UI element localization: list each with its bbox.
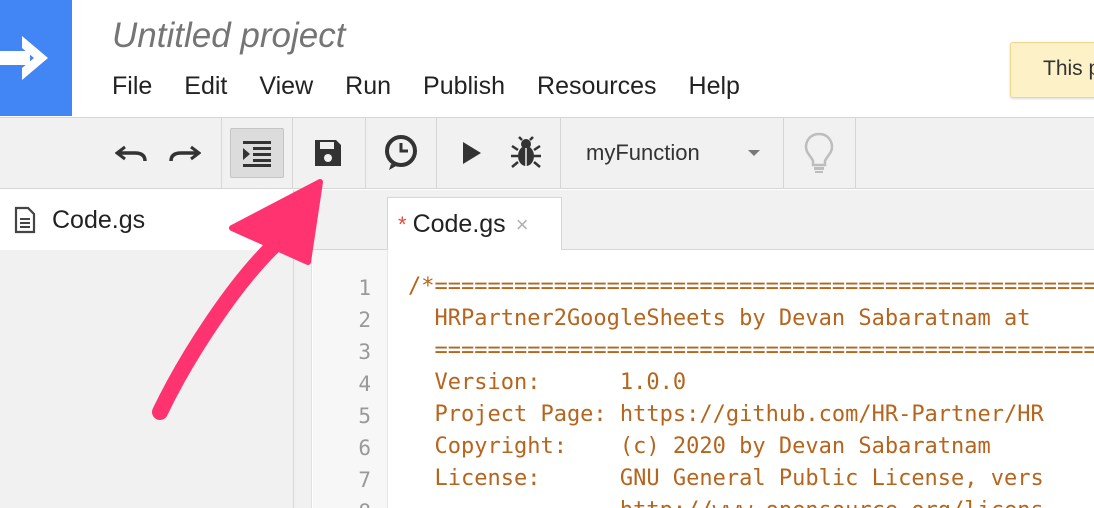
file-item-label: Code.gs [52, 205, 146, 234]
line-number: 6 [358, 436, 371, 460]
code-line: ========================================… [434, 338, 1094, 363]
file-panel: Code.gs [0, 190, 294, 508]
menu-run[interactable]: Run [345, 70, 391, 102]
notice-banner: This p [1010, 42, 1094, 98]
code-line: http://www.opensource.org/licens [408, 498, 1044, 508]
redo-button[interactable] [164, 132, 204, 174]
menu-edit[interactable]: Edit [184, 70, 227, 102]
run-button[interactable] [452, 132, 492, 174]
triggers-button[interactable] [374, 130, 428, 176]
close-icon[interactable]: × [516, 212, 529, 238]
code-line: License: GNU General Public License, ver… [408, 466, 1044, 491]
document-icon [14, 206, 36, 234]
save-button[interactable] [302, 130, 354, 176]
arrow-right-icon [0, 36, 48, 80]
redo-icon [169, 145, 201, 162]
lightbulb-icon [804, 132, 834, 173]
code-line: /*======================================… [408, 274, 1094, 299]
hint-button[interactable] [796, 128, 842, 178]
menu-publish[interactable]: Publish [423, 70, 505, 102]
file-item[interactable]: Code.gs [0, 190, 293, 250]
menu-resources[interactable]: Resources [537, 70, 657, 102]
function-select[interactable]: myFunction [572, 130, 772, 176]
line-number: 3 [358, 340, 371, 364]
apps-script-logo[interactable] [0, 0, 72, 116]
tab-code-gs[interactable]: * Code.gs × [387, 197, 562, 251]
menu-help[interactable]: Help [689, 70, 740, 102]
code-line: HRPartner2GoogleSheets by Devan Sabaratn… [408, 306, 1031, 331]
modified-indicator: * [398, 211, 407, 237]
bug-icon [511, 136, 541, 168]
line-number-gutter: 1 2 3 4 5 6 7 8 [313, 250, 388, 508]
code-line: Version: 1.0.0 [408, 370, 687, 395]
undo-icon [115, 145, 147, 162]
function-select-value: myFunction [586, 140, 700, 165]
play-icon [463, 142, 481, 164]
indent-button[interactable] [230, 128, 284, 178]
line-number: 5 [358, 404, 371, 428]
chevron-down-icon [748, 150, 760, 156]
menu-view[interactable]: View [259, 70, 313, 102]
save-icon [315, 140, 341, 166]
line-number: 8 [358, 500, 371, 508]
toolbar: myFunction [0, 117, 1094, 189]
line-number: 7 [358, 468, 371, 492]
indent-icon [243, 141, 271, 167]
line-number: 2 [358, 308, 371, 332]
code-editor[interactable]: /*======================================… [388, 250, 1094, 508]
tab-label: Code.gs [412, 210, 506, 238]
code-line: Copyright: (c) 2020 by Devan Sabaratnam [408, 434, 991, 459]
code-line: Project Page: https://github.com/HR-Part… [408, 402, 1044, 427]
menu-file[interactable]: File [112, 70, 152, 102]
line-number: 1 [358, 276, 371, 300]
editor-divider [294, 250, 312, 508]
menu-bar: File Edit View Run Publish Resources Hel… [112, 70, 772, 102]
clock-icon [385, 135, 417, 170]
project-title[interactable]: Untitled project [112, 16, 345, 56]
line-number: 4 [358, 372, 371, 396]
undo-button[interactable] [112, 132, 152, 174]
debug-button[interactable] [504, 130, 548, 176]
